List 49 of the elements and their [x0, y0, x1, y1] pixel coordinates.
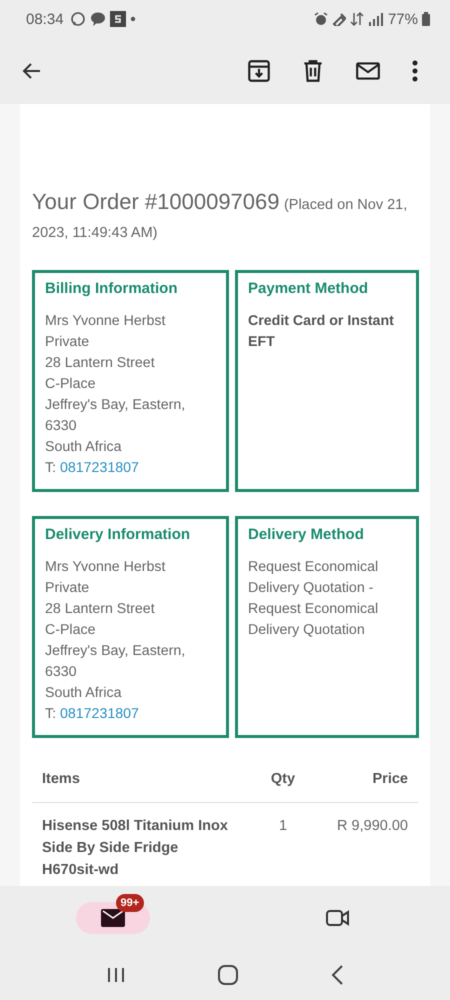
recent-apps-icon[interactable] [106, 966, 126, 984]
home-icon[interactable] [216, 964, 239, 986]
battery-icon [422, 12, 430, 26]
section-heading: Payment Method [248, 279, 370, 299]
phone-label: T: [45, 460, 56, 476]
alarm-icon [314, 12, 328, 26]
quantity-cell-text: 1 [278, 817, 288, 836]
clock: 08:34 [26, 10, 64, 28]
address-line: Private [45, 333, 90, 352]
method-text: Credit Card or Instant EFT [248, 312, 395, 352]
address-line: C-Place [45, 621, 96, 640]
column-header: Price [372, 770, 408, 789]
dot-icon [130, 16, 136, 22]
address-line: South Africa [45, 684, 122, 703]
archive-icon[interactable] [246, 58, 272, 84]
address-line: Private [45, 579, 90, 598]
message-icon [90, 11, 106, 27]
app-icon [110, 11, 126, 27]
section-heading: Delivery Information [45, 525, 192, 545]
column-header: Items [42, 770, 81, 789]
more-icon[interactable] [412, 59, 418, 83]
section-heading: Billing Information [45, 279, 178, 299]
address-line: 6330 [45, 417, 78, 436]
address-line: 6330 [45, 663, 78, 682]
method-text: Request Economical Delivery Quotation - Request Economical Delivery Quotation [248, 558, 380, 640]
address-line: C-Place [45, 375, 96, 394]
order-title: Your Order #1000097069 (Placed on Nov 21, 2023, 11:49:43 AM) [32, 188, 408, 243]
column-header: Qty [270, 770, 296, 789]
phone-link[interactable]: 0817231807 [60, 706, 139, 722]
data-transfer-icon [350, 12, 364, 26]
section-heading: Delivery Method [248, 525, 365, 545]
video-camera-icon [326, 907, 350, 929]
price-cell-text: R 9,990.00 [336, 817, 408, 836]
chat-bubble-icon [70, 11, 86, 27]
address-line: Mrs Yvonne Herbst [45, 312, 166, 331]
mail-icon [100, 907, 124, 929]
battery-level: 77% [388, 10, 418, 28]
address-line: South Africa [45, 438, 122, 457]
address-line: Jeffrey's Bay, Eastern, [45, 396, 186, 415]
address-line: Mrs Yvonne Herbst [45, 558, 166, 577]
back-nav-icon[interactable] [330, 964, 344, 986]
phone-link[interactable]: 0817231807 [60, 460, 139, 476]
phone-label: T: [45, 706, 56, 722]
address-line: 28 Lantern Street [45, 354, 156, 373]
address-line: 28 Lantern Street [45, 600, 156, 619]
signal-icon [368, 12, 384, 26]
address-line: Jeffrey's Bay, Eastern, [45, 642, 186, 661]
unread-badge: 99+ [116, 894, 144, 912]
product-name: Hisense 508l Titanium Inox Side By Side Fridge H670sit-wd [42, 817, 229, 880]
